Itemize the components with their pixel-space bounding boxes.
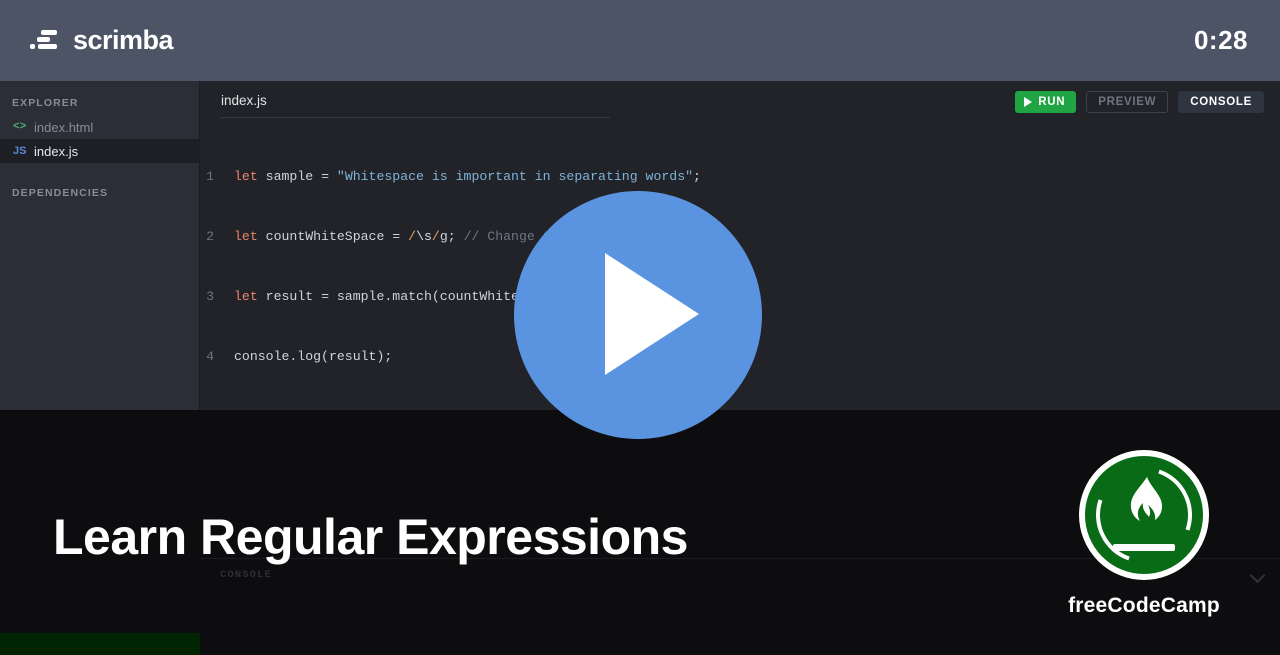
editor-tab-divider <box>220 117 610 118</box>
line-text: console.log(result); <box>234 349 393 364</box>
play-icon <box>1024 97 1033 107</box>
file-label: index.html <box>34 119 94 135</box>
file-label: index.js <box>34 143 79 159</box>
run-button-label: RUN <box>1038 96 1066 108</box>
freecodecamp-branding: freeCodeCamp <box>1055 450 1233 618</box>
console-panel-label: CONSOLE <box>220 569 272 581</box>
line-number: 4 <box>206 349 214 364</box>
line-number: 1 <box>206 169 214 184</box>
freecodecamp-flame-icon <box>1079 450 1209 580</box>
scrimba-logo-icon <box>30 29 60 53</box>
play-button-icon[interactable] <box>514 191 762 439</box>
line-number: 2 <box>206 229 214 244</box>
editor-actions: RUN PREVIEW CONSOLE <box>1015 91 1264 113</box>
brand[interactable]: scrimba <box>30 25 174 56</box>
line-number: 3 <box>206 289 214 304</box>
status-strip <box>0 633 200 655</box>
sidebar-item-index-js[interactable]: JS index.js <box>0 139 199 163</box>
brand-name: scrimba <box>73 25 174 55</box>
js-file-icon: JS <box>13 145 27 157</box>
file-explorer-sidebar: EXPLORER <> index.html JS index.js DEPEN… <box>0 81 200 410</box>
tab-index-js[interactable]: index.js <box>221 93 267 108</box>
logo-bar <box>1113 544 1175 551</box>
flame-glyph <box>1130 477 1163 521</box>
preview-button[interactable]: PREVIEW <box>1086 91 1169 113</box>
line-text: let sample = "Whitespace is important in… <box>234 169 701 184</box>
run-button[interactable]: RUN <box>1015 91 1077 113</box>
app-header: scrimba 0:28 <box>0 0 1280 81</box>
console-button[interactable]: CONSOLE <box>1178 91 1264 113</box>
page-title: Learn Regular Expressions <box>53 509 688 565</box>
play-triangle <box>605 253 699 375</box>
explorer-heading: EXPLORER <box>12 97 79 109</box>
chevron-down-icon[interactable] <box>1250 568 1266 584</box>
timer-display: 0:28 <box>1193 25 1248 55</box>
sidebar-item-index-html[interactable]: <> index.html <box>0 115 199 139</box>
dependencies-heading: DEPENDENCIES <box>12 187 109 199</box>
html-file-icon: <> <box>13 121 27 133</box>
scrimba-player-screen: scrimba 0:28 EXPLORER <> index.html JS i… <box>0 0 1280 655</box>
code-line: 1 let sample = "Whitespace is important … <box>200 167 1280 187</box>
freecodecamp-label: freeCodeCamp <box>1068 594 1220 617</box>
